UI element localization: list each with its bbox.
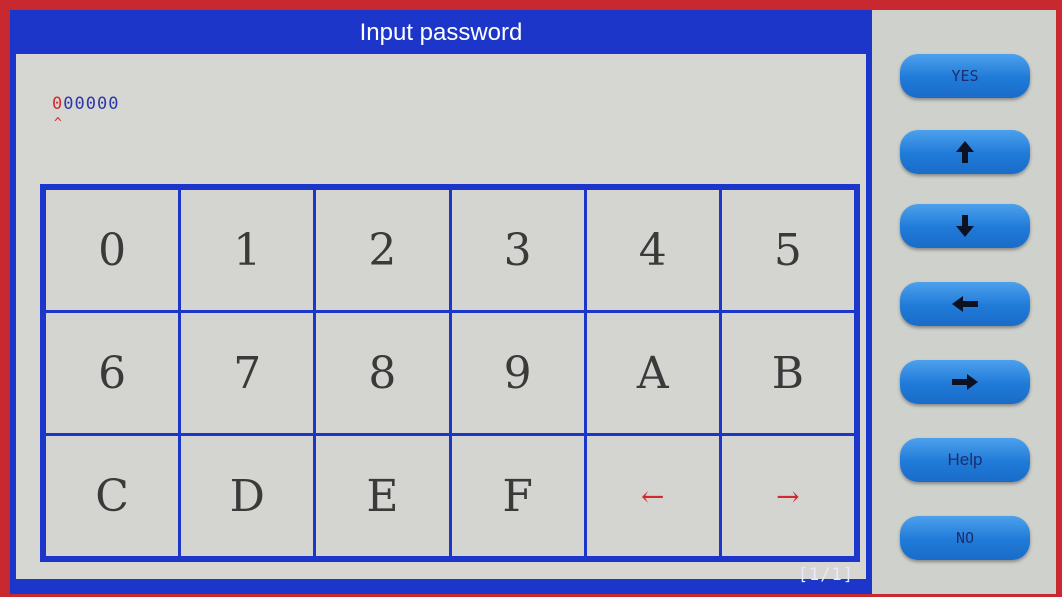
right-button[interactable] bbox=[900, 360, 1030, 404]
password-remaining-chars: 00000 bbox=[63, 94, 120, 114]
key-c[interactable]: C bbox=[46, 436, 179, 556]
device-screen: Input password 000000 ^ 0 1 2 3 4 5 6 7 … bbox=[10, 10, 1056, 594]
main-panel: Input password 000000 ^ 0 1 2 3 4 5 6 7 … bbox=[10, 10, 872, 594]
page-title: Input password bbox=[359, 19, 523, 46]
left-button[interactable] bbox=[900, 282, 1030, 326]
no-button-label: NO bbox=[955, 529, 975, 547]
key-4[interactable]: 4 bbox=[586, 190, 719, 310]
side-button-panel: YES Help NO bbox=[872, 10, 1056, 594]
page-indicator: [1/1] bbox=[797, 565, 854, 585]
help-button-label: Help bbox=[947, 450, 983, 469]
footer-bar bbox=[10, 579, 872, 594]
cursor-caret: ^ bbox=[54, 116, 62, 131]
help-button[interactable]: Help bbox=[900, 438, 1030, 482]
key-cursor-left[interactable]: ← bbox=[586, 436, 719, 556]
arrow-left-icon bbox=[951, 295, 979, 313]
key-e[interactable]: E bbox=[316, 436, 449, 556]
password-cursor-char: 0 bbox=[52, 94, 64, 114]
hex-keypad: 0 1 2 3 4 5 6 7 8 9 A B C D E F ← → bbox=[40, 184, 860, 562]
password-field[interactable]: 000000 bbox=[52, 94, 119, 114]
key-6[interactable]: 6 bbox=[46, 313, 179, 433]
no-button[interactable]: NO bbox=[900, 516, 1030, 560]
key-2[interactable]: 2 bbox=[316, 190, 449, 310]
key-7[interactable]: 7 bbox=[181, 313, 314, 433]
key-9[interactable]: 9 bbox=[451, 313, 584, 433]
key-b[interactable]: B bbox=[721, 313, 854, 433]
key-a[interactable]: A bbox=[586, 313, 719, 433]
key-8[interactable]: 8 bbox=[316, 313, 449, 433]
key-0[interactable]: 0 bbox=[46, 190, 179, 310]
key-d[interactable]: D bbox=[181, 436, 314, 556]
yes-button[interactable]: YES bbox=[900, 54, 1030, 98]
arrow-right-icon bbox=[951, 373, 979, 391]
content-area: 000000 ^ 0 1 2 3 4 5 6 7 8 9 A B C D E F… bbox=[16, 54, 866, 579]
up-button[interactable] bbox=[900, 130, 1030, 174]
arrow-down-icon bbox=[955, 214, 975, 238]
arrow-up-icon bbox=[955, 140, 975, 164]
key-5[interactable]: 5 bbox=[721, 190, 854, 310]
key-f[interactable]: F bbox=[451, 436, 584, 556]
down-button[interactable] bbox=[900, 204, 1030, 248]
key-3[interactable]: 3 bbox=[451, 190, 584, 310]
key-cursor-right[interactable]: → bbox=[721, 436, 854, 556]
yes-button-label: YES bbox=[951, 67, 979, 85]
key-1[interactable]: 1 bbox=[181, 190, 314, 310]
